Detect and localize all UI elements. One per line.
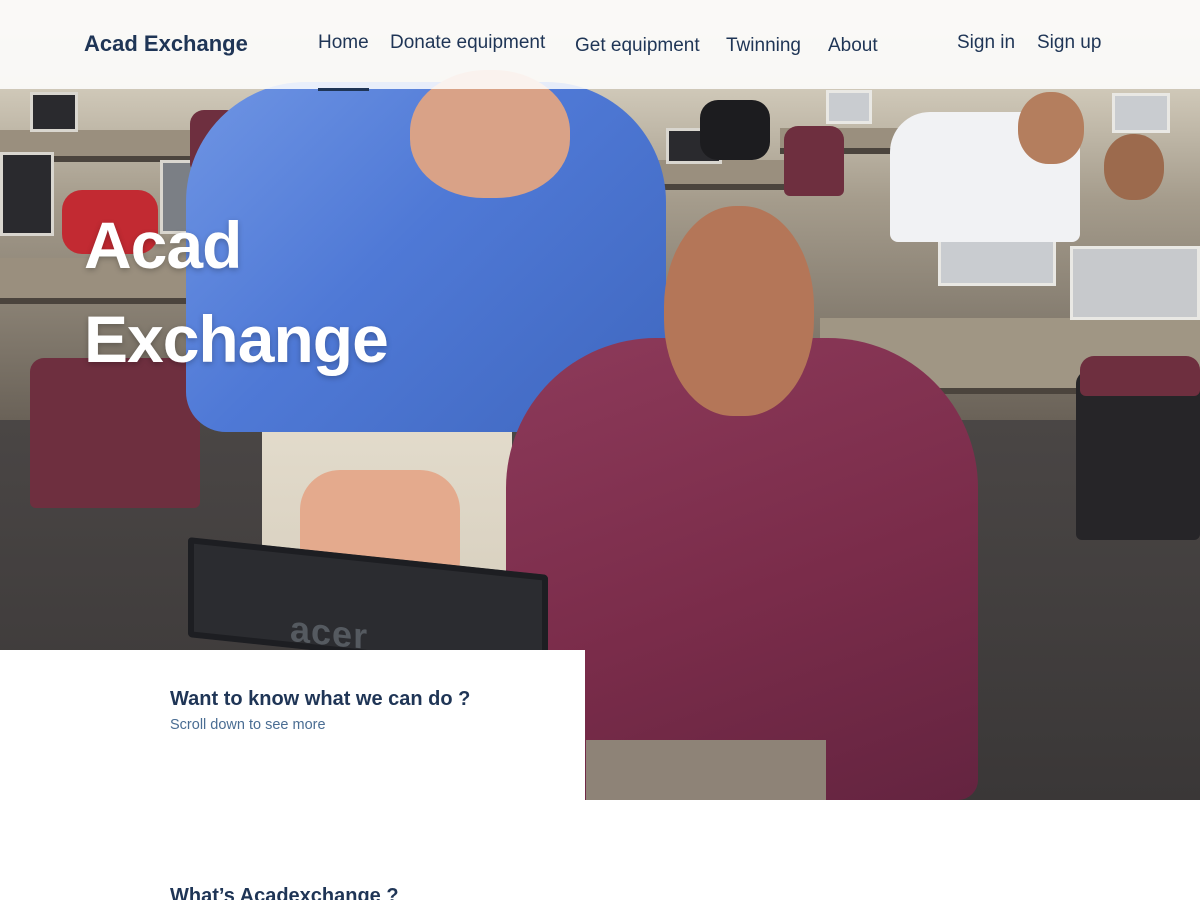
intro-heading: Want to know what we can do ? xyxy=(170,688,471,710)
background-person-head xyxy=(1104,134,1164,200)
seated-man-head xyxy=(664,206,814,416)
standing-man-head xyxy=(410,70,570,198)
background-monitor xyxy=(1112,93,1170,133)
background-person xyxy=(700,100,770,160)
scroll-down-link[interactable]: Scroll down to see more xyxy=(170,717,326,733)
intro-card: Want to know what we can do ? Scroll dow… xyxy=(0,650,585,800)
background-monitor xyxy=(30,92,78,132)
seated-desk xyxy=(586,740,826,800)
sign-up-link[interactable]: Sign up xyxy=(1037,32,1101,54)
top-navbar: Acad Exchange Home Donate equipment Get … xyxy=(0,0,1200,91)
nav-link-twinning[interactable]: Twinning xyxy=(726,35,801,57)
nav-link-donate-equipment[interactable]: Donate equipment xyxy=(390,32,545,54)
crt-monitor xyxy=(1070,246,1200,320)
background-person-head xyxy=(1018,92,1084,164)
brand-logo-link[interactable]: Acad Exchange xyxy=(84,31,248,57)
hero-title-line-1: Acad xyxy=(84,208,242,282)
hero-title-line-2: Exchange xyxy=(84,302,389,376)
nav-link-get-equipment[interactable]: Get equipment xyxy=(575,35,700,57)
nav-link-home[interactable]: Home xyxy=(318,32,369,91)
background-monitor xyxy=(0,152,54,236)
about-section-heading: What’s Acadexchange ? xyxy=(170,885,399,900)
office-chair xyxy=(784,126,844,196)
nav-link-about[interactable]: About xyxy=(828,35,878,57)
hero-title: Acad Exchange xyxy=(84,198,504,386)
background-monitor xyxy=(826,90,872,124)
office-chair xyxy=(1080,356,1200,396)
sign-in-link[interactable]: Sign in xyxy=(957,32,1015,54)
